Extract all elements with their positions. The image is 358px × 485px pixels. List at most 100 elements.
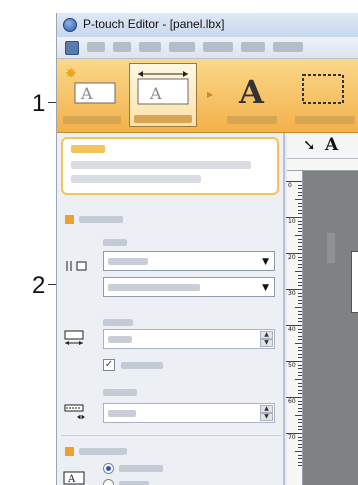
auto-length-label [121, 362, 163, 369]
ruler-tick [298, 357, 302, 359]
ruler-tick [298, 188, 302, 190]
ruler-tick [298, 206, 302, 208]
ruler-tick [298, 393, 302, 395]
ruler-tick [298, 411, 302, 413]
size-color-dropdown[interactable]: ▼ [103, 277, 275, 297]
ruler-tick [298, 461, 302, 463]
orientation-horizontal-label [119, 465, 163, 472]
length-input-value [108, 336, 132, 343]
title-bar: P-touch Editor - [panel.lbx] [57, 13, 358, 37]
orientation-horizontal-radio[interactable] [103, 463, 114, 474]
info-line-2 [71, 175, 201, 183]
ruler-tick [298, 242, 302, 244]
content-area: ▼ ▼ ▲ ▼ ✓ ▲ ▼ A ➘ A 0 10 20 30 40 50 60 … [57, 133, 358, 485]
ruler-tick [298, 350, 302, 352]
ruler-tick [298, 386, 302, 388]
text-tool-icon[interactable]: A [325, 135, 338, 155]
ruler-number: 20 [288, 254, 296, 261]
chevron-down-icon: ▼ [262, 283, 269, 293]
ruler-tick [298, 267, 302, 269]
text-button[interactable]: A [223, 63, 281, 127]
svg-text:A: A [67, 474, 76, 485]
ruler-tick [298, 310, 302, 312]
section-divider [61, 435, 281, 436]
ruler-number: 30 [288, 290, 296, 297]
ruler-tick [298, 260, 302, 262]
canvas-area[interactable]: ➘ A 0 10 20 30 40 50 60 70 [286, 133, 358, 485]
orientation-vertical-label [119, 481, 149, 485]
length-icon [64, 330, 84, 345]
size-color-dropdown-value [108, 284, 200, 291]
ruler-tick [298, 436, 302, 438]
margins-decrement-button[interactable]: ▼ [260, 413, 273, 421]
ruler-tick [298, 303, 302, 305]
ruler-tick [298, 425, 302, 427]
paper-icon: A [137, 71, 189, 105]
menu-item-tools[interactable] [241, 42, 265, 52]
ruler-tick [298, 281, 302, 283]
canvas-workspace-label [327, 233, 335, 263]
ruler-tick [298, 285, 302, 287]
ruler-tick [298, 422, 302, 424]
ruler-tick [298, 353, 302, 355]
tape-size-heading [79, 216, 123, 223]
ruler-tick [298, 227, 302, 229]
tape-label [103, 239, 127, 246]
ruler-tick [295, 379, 302, 380]
new-object-label [63, 116, 121, 124]
ruler-tick [298, 465, 302, 467]
ribbon-toolbar: ✸ A A ▸ A [57, 59, 358, 133]
app-icon[interactable] [63, 18, 77, 32]
ruler-tick [298, 404, 302, 406]
orientation-icon: A [63, 471, 85, 485]
pointer-icon[interactable]: ➘ [303, 136, 316, 154]
orientation-vertical-radio[interactable] [103, 479, 114, 485]
margins-increment-button[interactable]: ▲ [260, 405, 273, 413]
menu-icon[interactable] [65, 41, 79, 55]
menu-item-layout[interactable] [273, 42, 303, 52]
checkbox-check-icon: ✓ [104, 359, 114, 370]
menu-item-view[interactable] [139, 42, 161, 52]
callout-1-label: 1 [32, 90, 46, 117]
paper-info-box [61, 137, 279, 195]
ruler-tick [298, 238, 302, 240]
ruler-tick [298, 346, 302, 348]
vertical-ruler: 0 10 20 30 40 50 60 70 [286, 171, 303, 485]
ruler-tick [298, 184, 302, 186]
ruler-tick [298, 209, 302, 211]
ruler-tick [295, 235, 302, 236]
menu-item-insert[interactable] [169, 42, 195, 52]
length-decrement-button[interactable]: ▼ [260, 339, 273, 347]
length-increment-button[interactable]: ▲ [260, 331, 273, 339]
ruler-tick [298, 263, 302, 265]
ruler-tick [298, 447, 302, 449]
ruler-tick [298, 429, 302, 431]
frame-button[interactable] [291, 63, 358, 127]
info-line-1 [71, 161, 251, 169]
ruler-tick [298, 202, 302, 204]
ruler-tick [298, 328, 302, 330]
ruler-tick [298, 296, 302, 298]
paper-button[interactable]: A [129, 63, 197, 127]
svg-text:✸: ✸ [65, 66, 77, 82]
ruler-tick [298, 314, 302, 316]
ruler-tick [298, 375, 302, 377]
label-paper[interactable] [351, 251, 358, 313]
ruler-number: 0 [288, 182, 292, 189]
ruler-tick [295, 307, 302, 308]
ruler-tick [298, 339, 302, 341]
ruler-tick [298, 195, 302, 197]
horizontal-ruler [287, 159, 358, 171]
new-object-button[interactable]: ✸ A [59, 63, 125, 127]
ruler-tick [298, 368, 302, 370]
length-input[interactable]: ▲ ▼ [103, 329, 275, 349]
menu-item-edit[interactable] [113, 42, 131, 52]
margins-input[interactable]: ▲ ▼ [103, 403, 275, 423]
auto-length-checkbox[interactable]: ✓ [103, 359, 115, 371]
margins-input-value [108, 410, 136, 417]
menu-item-format[interactable] [203, 42, 233, 52]
ruler-tick [298, 443, 302, 445]
menu-item-file[interactable] [87, 42, 105, 52]
tape-dropdown[interactable]: ▼ [103, 251, 275, 271]
orientation-heading [79, 448, 127, 455]
